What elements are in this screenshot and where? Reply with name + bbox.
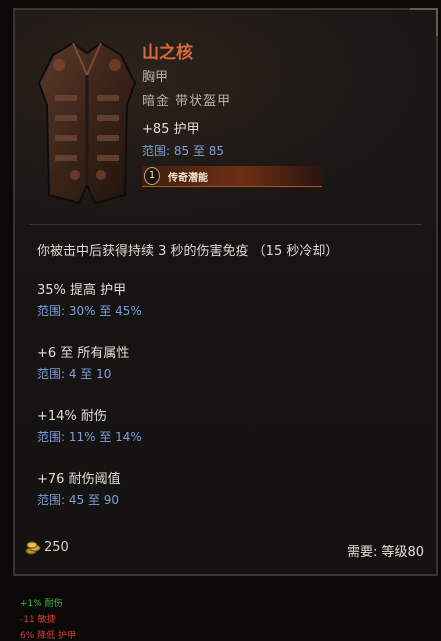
item-type: 暗金 带状盔甲: [142, 94, 232, 109]
item-slot: 胸甲: [142, 70, 169, 85]
affix-value: +14% 耐伤: [37, 409, 107, 424]
legendary-potential-bar: 1 传奇潜能: [142, 166, 322, 187]
chest-armor-icon: [37, 41, 137, 205]
affix-value: 35% 提高 护甲: [37, 283, 127, 298]
comparison-stat-negative: 6% 降低 护甲: [20, 631, 76, 641]
sell-value: 250: [44, 540, 69, 555]
legendary-potential-label: 传奇潜能: [168, 173, 208, 184]
section-divider: [29, 224, 422, 225]
affix-range: 范围: 45 至 90: [37, 493, 120, 507]
item-tooltip: 山之核 胸甲 暗金 带状盔甲 +85 护甲 范围: 85 至 85 1 传奇潜能…: [13, 8, 438, 576]
affix-range: 范围: 11% 至 14%: [37, 430, 142, 444]
gold-coin-icon: [25, 541, 41, 555]
base-armor-stat: +85 护甲: [142, 122, 200, 137]
affix-range: 范围: 4 至 10: [37, 367, 112, 381]
item-name: 山之核: [142, 43, 193, 63]
base-armor-range: 范围: 85 至 85: [142, 144, 225, 158]
affix-range: 范围: 30% 至 45%: [37, 304, 142, 318]
comparison-stat-negative: -11 敏捷: [20, 615, 56, 625]
level-requirement: 需要: 等级80: [346, 545, 424, 560]
affix-value: +6 至 所有属性: [37, 346, 130, 361]
affix-value: +76 耐伤阈值: [37, 472, 121, 487]
legendary-rank-badge: 1: [144, 167, 160, 185]
tooltip-corner-ornament: [410, 8, 438, 36]
comparison-stat-positive: +1% 耐伤: [20, 599, 63, 609]
unique-effect-text: 你被击中后获得持续 3 秒的伤害免疫 （15 秒冷却）: [37, 244, 339, 259]
